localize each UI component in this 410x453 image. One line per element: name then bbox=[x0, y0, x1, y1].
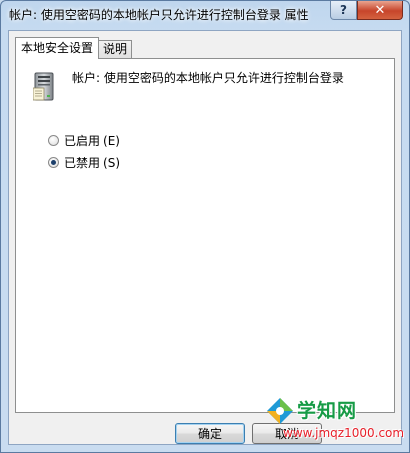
close-icon: ✕ bbox=[374, 2, 386, 18]
radio-disabled[interactable]: 已禁用 (S) bbox=[48, 154, 120, 171]
watermark-url: www.jmqz1000.com bbox=[283, 426, 405, 440]
radio-disabled-label: 已禁用 bbox=[64, 156, 101, 170]
dialog-client-area: 本地安全设置 说明 帐户: 使用空密码的本地帐户只允许进行控制台登录 已启用 (… bbox=[8, 30, 402, 445]
radio-disabled-circle[interactable] bbox=[48, 157, 59, 168]
properties-dialog: 帐户: 使用空密码的本地帐户只允许进行控制台登录 属性 ? ✕ 本地安全设置 说… bbox=[0, 0, 410, 453]
tab-panel-local-security-setting: 帐户: 使用空密码的本地帐户只允许进行控制台登录 已启用 (E) 已禁用 (S) bbox=[15, 58, 395, 413]
radio-enabled-circle[interactable] bbox=[48, 135, 59, 146]
tab-local-security-setting[interactable]: 本地安全设置 bbox=[15, 37, 100, 59]
help-icon: ? bbox=[340, 3, 347, 17]
site-watermark: 学知网 www.jmqz1000.com bbox=[259, 392, 409, 452]
close-button[interactable]: ✕ bbox=[357, 1, 403, 20]
ok-button[interactable]: 确定 bbox=[175, 423, 245, 444]
help-button[interactable]: ? bbox=[330, 1, 357, 20]
tab-explain[interactable]: 说明 bbox=[98, 40, 133, 59]
tab-strip: 本地安全设置 说明 bbox=[15, 37, 133, 59]
radio-enabled[interactable]: 已启用 (E) bbox=[48, 132, 120, 149]
window-title: 帐户: 使用空密码的本地帐户只允许进行控制台登录 属性 bbox=[9, 8, 309, 22]
title-bar[interactable]: 帐户: 使用空密码的本地帐户只允许进行控制台登录 属性 ? ✕ bbox=[1, 1, 409, 29]
radio-disabled-accel: (S) bbox=[103, 155, 120, 170]
radio-enabled-accel: (E) bbox=[103, 133, 120, 148]
watermark-title: 学知网 bbox=[297, 400, 358, 422]
site-logo-icon bbox=[267, 398, 293, 424]
radio-enabled-label: 已启用 bbox=[64, 134, 101, 148]
server-computer-icon bbox=[33, 72, 54, 101]
policy-name: 帐户: 使用空密码的本地帐户只允许进行控制台登录 bbox=[72, 71, 344, 85]
